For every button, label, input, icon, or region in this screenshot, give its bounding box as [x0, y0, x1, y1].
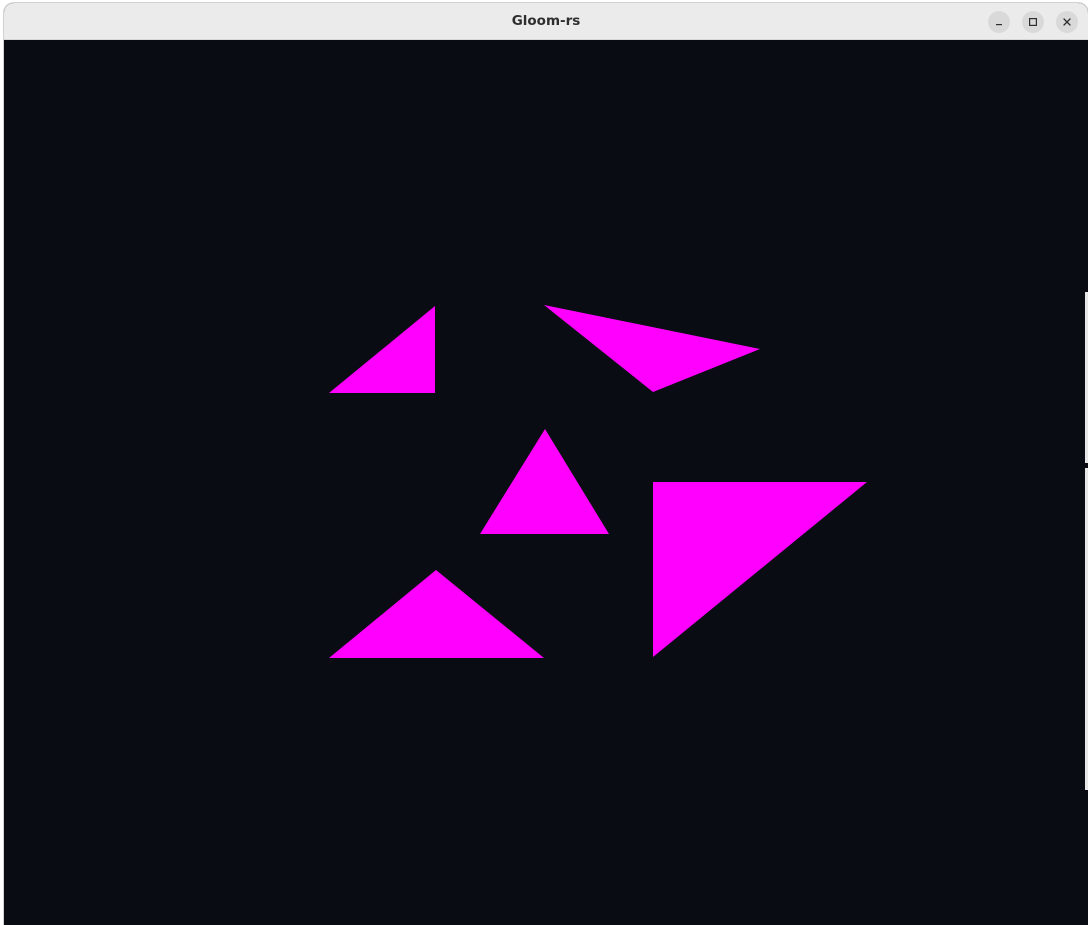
minimize-icon — [994, 17, 1004, 27]
triangle-top-right — [544, 305, 760, 392]
app-window: Gloom-rs — [4, 3, 1088, 925]
title-bar[interactable]: Gloom-rs — [4, 3, 1088, 40]
minimize-button[interactable] — [988, 11, 1010, 33]
window-title: Gloom-rs — [511, 13, 581, 29]
render-canvas[interactable] — [4, 40, 1088, 925]
triangle-right — [653, 482, 867, 657]
triangle-top-left — [329, 306, 435, 393]
close-icon — [1062, 17, 1072, 27]
maximize-button[interactable] — [1022, 11, 1044, 33]
maximize-icon — [1028, 17, 1038, 27]
close-button[interactable] — [1056, 11, 1078, 33]
triangle-bottom-left — [329, 570, 544, 658]
triangle-center — [480, 429, 609, 534]
triangle-scene — [329, 305, 867, 658]
